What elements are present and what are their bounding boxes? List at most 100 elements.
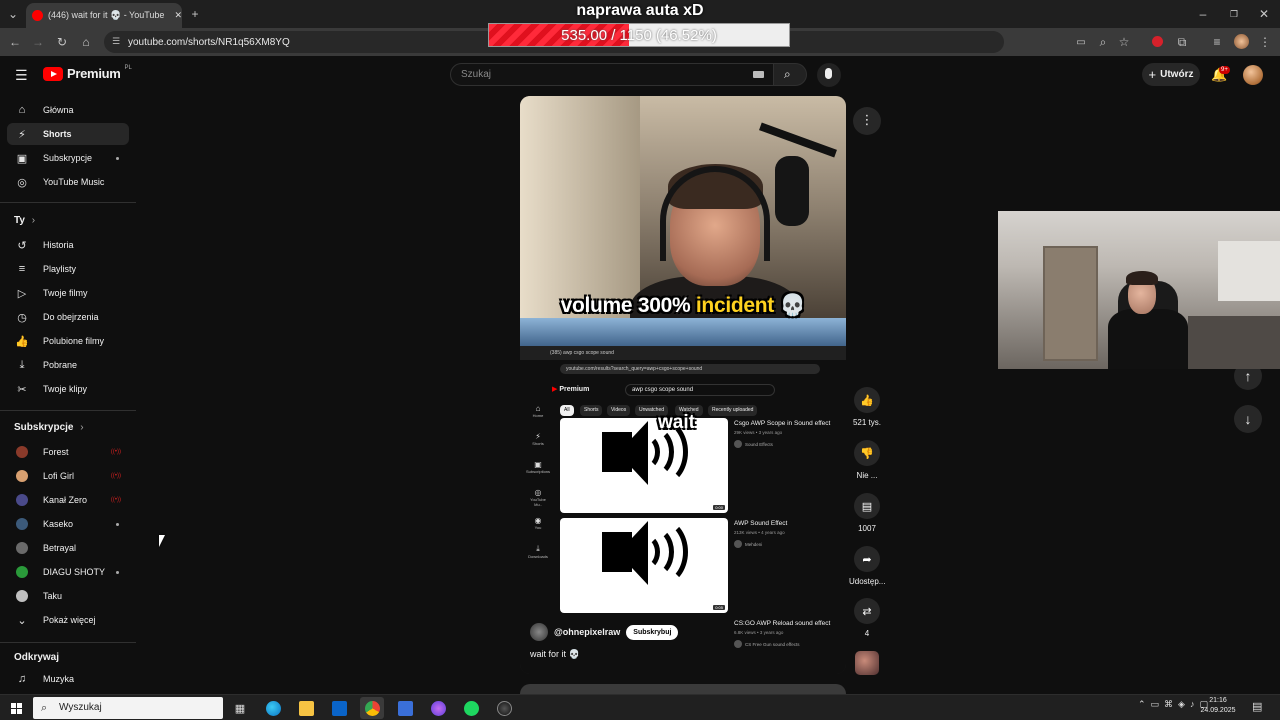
new-tab-icon[interactable]: +: [188, 7, 202, 21]
forward-icon[interactable]: →: [31, 35, 45, 49]
taskbar-search[interactable]: ⌕ Wyszukaj: [33, 697, 223, 719]
youtube-logo[interactable]: Premium PL: [43, 65, 132, 81]
thumbs-up-icon[interactable]: 👍: [854, 387, 880, 413]
keyboard-icon[interactable]: [753, 71, 764, 78]
remix-icon[interactable]: ⇄: [854, 598, 880, 624]
file-explorer-icon[interactable]: [294, 697, 318, 719]
sidebar-item-label: Historia: [43, 240, 74, 250]
comment-count: 1007: [858, 524, 876, 533]
channel-name[interactable]: @ohnepixelraw: [554, 627, 620, 637]
share-arrow-icon[interactable]: ➦: [854, 546, 880, 572]
reload-icon[interactable]: ↻: [55, 35, 69, 49]
bookmark-star-icon[interactable]: ☆: [1117, 35, 1131, 49]
share-action[interactable]: ➦ Udostęp...: [849, 546, 885, 586]
windows-logo-grid: [10, 702, 22, 714]
sidebar-item-do-obejrzenia[interactable]: ◷ Do obejrzenia: [7, 306, 129, 328]
outlook-icon[interactable]: [327, 697, 351, 719]
sidebar-item-historia[interactable]: ↺ Historia: [7, 234, 129, 256]
windows-start-icon[interactable]: [4, 697, 28, 719]
home-browser-icon[interactable]: ⌂: [79, 35, 93, 49]
new-content-dot: [116, 522, 119, 526]
task-view-icon[interactable]: ▦: [228, 697, 252, 719]
sidebar-item-playlisty[interactable]: ≡ Playlisty: [7, 258, 129, 280]
zoom-icon[interactable]: ⌕: [1096, 35, 1110, 49]
site-info-icon[interactable]: ☰: [112, 36, 120, 47]
thumbs-down-icon[interactable]: 👎: [854, 440, 880, 466]
guide-menu-icon[interactable]: ☰: [15, 67, 28, 84]
subscribe-button[interactable]: Subskrybuj: [626, 624, 679, 640]
app-icon[interactable]: [393, 697, 417, 719]
short-video-player[interactable]: volume 300% incident 💀 (385) awp csgo sc…: [520, 96, 846, 674]
sidebar-sub-item[interactable]: Kaseko: [7, 513, 129, 535]
sidebar-item-subskrypcje[interactable]: ▣ Subskrypcje: [7, 147, 129, 169]
comments-action[interactable]: ▤ 1007: [849, 493, 885, 533]
channel-avatar[interactable]: [530, 623, 548, 641]
tab-close-icon[interactable]: ✕: [174, 10, 182, 21]
cast-icon[interactable]: ▭: [1074, 35, 1088, 49]
channel-avatar: [16, 494, 28, 506]
clock-date: 24.09.2025: [1200, 707, 1236, 714]
sidebar-item-label: Polubione filmy: [43, 336, 105, 346]
restore-icon[interactable]: ❐: [1227, 7, 1241, 21]
chrome-icon[interactable]: [360, 697, 384, 719]
inner-channel-name: Sound Effects: [745, 441, 773, 447]
extension-red-icon[interactable]: [1152, 36, 1163, 47]
download-icon: ⤓: [19, 358, 25, 371]
sidebar-item-twoje-klipy[interactable]: ✂ Twoje klipy: [7, 378, 129, 400]
messenger-icon[interactable]: [426, 697, 450, 719]
remix-action[interactable]: ⇄ 4: [849, 598, 885, 638]
sidebar-sub-item[interactable]: Forest ((•)): [7, 441, 129, 463]
extensions-puzzle-icon[interactable]: ⧉: [1175, 35, 1189, 49]
sidebar-item-twoje-filmy[interactable]: ▷ Twoje filmy: [7, 282, 129, 304]
sidebar-item-label: Pobrane: [43, 360, 78, 370]
more-options-button[interactable]: ⋮: [853, 107, 881, 135]
sidebar-sub-label: Forest: [43, 447, 69, 457]
sidebar-item-pobrane[interactable]: ⤓ Pobrane: [7, 354, 129, 376]
sidebar-item-youtube-music[interactable]: ◎ YouTube Music: [7, 171, 129, 193]
sidebar-sub-item[interactable]: Betrayal: [7, 537, 129, 559]
browser-menu-icon[interactable]: ⋮: [1258, 35, 1272, 49]
search-button[interactable]: ⌕: [773, 63, 807, 86]
inner-search: awp csgo scope sound: [625, 384, 775, 396]
inner-side-icon: ⚡: [535, 432, 541, 441]
edge-icon[interactable]: [261, 697, 285, 719]
sidebar-sub-item[interactable]: Lofi Girl ((•)): [7, 465, 129, 487]
sidebar-divider: [0, 642, 136, 643]
minimize-icon[interactable]: –: [1196, 7, 1210, 21]
inner-filter-chip: Shorts: [580, 405, 603, 416]
sound-thumbnail[interactable]: [855, 651, 879, 675]
voice-search-button[interactable]: [817, 63, 841, 87]
account-avatar[interactable]: [1243, 65, 1263, 85]
profile-avatar-icon[interactable]: [1234, 34, 1249, 49]
sidebar-item-shorts[interactable]: ⚡ Shorts: [7, 123, 129, 145]
dislike-action[interactable]: 👎 Nie ...: [849, 440, 885, 480]
sidebar-item-muzyka[interactable]: ♫ Muzyka: [7, 668, 129, 690]
microphone-icon: [775, 156, 809, 226]
like-action[interactable]: 👍 521 tys.: [849, 387, 885, 427]
notification-center-icon[interactable]: ▤: [1252, 700, 1262, 713]
new-content-dot: [116, 156, 119, 160]
taskbar-clock[interactable]: 21:16 24.09.2025: [1196, 696, 1240, 716]
sidebar-sub-item[interactable]: Kanał Zero ((•)): [7, 489, 129, 511]
sidebar-sub-item[interactable]: Taku: [7, 585, 129, 607]
close-window-icon[interactable]: ✕: [1257, 7, 1271, 21]
browser-tab[interactable]: (446) wait for it 💀 - YouTube ✕: [26, 3, 182, 28]
next-short-button[interactable]: ↓: [1234, 405, 1262, 433]
inner-side-icon: ◉: [534, 516, 542, 525]
sidebar-heading-subscriptions[interactable]: Subskrypcje ›: [14, 422, 84, 433]
short-title[interactable]: wait for it 💀: [530, 649, 580, 660]
obs-icon[interactable]: [492, 697, 516, 719]
sidebar-item-show-more[interactable]: ⌄ Pokaż więcej: [7, 609, 129, 631]
sidebar-heading-you[interactable]: Ty ›: [14, 215, 35, 226]
media-controls-icon[interactable]: ≡: [1210, 35, 1224, 49]
sidebar-item-polubione-filmy[interactable]: 👍 Polubione filmy: [7, 330, 129, 352]
tab-search-icon[interactable]: ⌄: [6, 7, 20, 21]
sidebar-sub-item[interactable]: DIAGU SHOTY: [7, 561, 129, 583]
create-button[interactable]: + Utwórz: [1142, 63, 1200, 86]
spotify-icon[interactable]: [459, 697, 483, 719]
sidebar-item-główna[interactable]: ⌂ Główna: [7, 99, 129, 121]
arrow-down-icon: ↓: [1244, 411, 1252, 427]
search-input[interactable]: Szukaj: [450, 63, 774, 86]
back-icon[interactable]: ←: [8, 35, 22, 49]
comment-icon[interactable]: ▤: [854, 493, 880, 519]
